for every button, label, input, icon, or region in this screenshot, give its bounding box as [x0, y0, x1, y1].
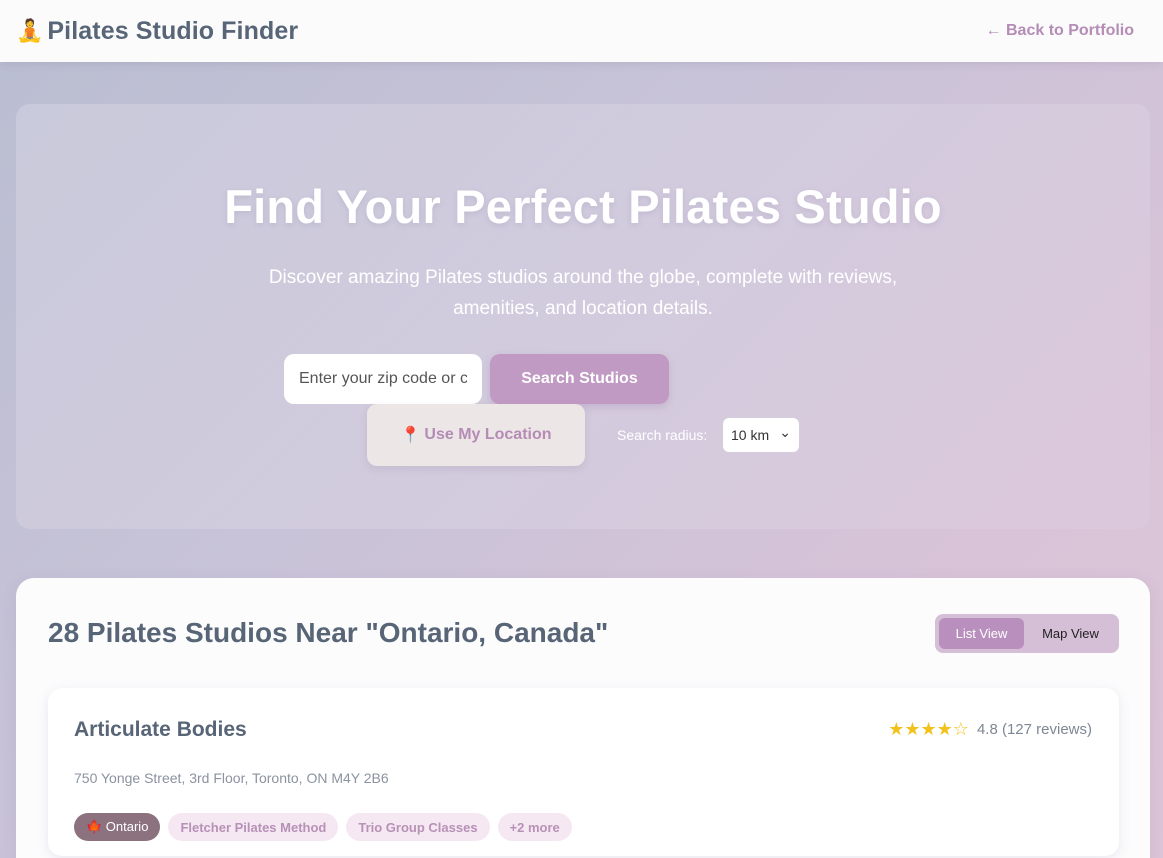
search-radius-value: 10 km: [731, 427, 770, 443]
hero-title: Find Your Perfect Pilates Studio: [224, 180, 942, 233]
view-toggle: List View Map View: [935, 614, 1119, 653]
pin-icon: 📍: [400, 427, 421, 444]
meditation-icon: 🧘: [16, 18, 44, 43]
brand: 🧘 Pilates Studio Finder: [16, 17, 298, 46]
studio-name[interactable]: Articulate Bodies: [74, 718, 247, 742]
use-my-location-button[interactable]: 📍 Use My Location: [367, 404, 585, 466]
app-title: Pilates Studio Finder: [47, 16, 299, 45]
results-title: 28 Pilates Studios Near "Ontario, Canada…: [48, 617, 609, 648]
map-view-button[interactable]: Map View: [1026, 618, 1115, 649]
feature-tag: Fletcher Pilates Method: [168, 813, 339, 841]
star-rating-icon: ★★★★☆: [888, 719, 969, 739]
studio-tags: 🍁 Ontario Fletcher Pilates Method Trio G…: [74, 813, 572, 841]
studio-card[interactable]: Articulate Bodies ★★★★☆ 4.8 (127 reviews…: [48, 688, 1119, 856]
search-studios-button[interactable]: Search Studios: [490, 354, 669, 404]
back-to-portfolio-link[interactable]: ← Back to Portfolio: [986, 22, 1134, 40]
more-tags-tag[interactable]: +2 more: [497, 813, 572, 841]
region-tag: 🍁 Ontario: [74, 813, 161, 841]
top-bar: 🧘 Pilates Studio Finder ← Back to Portfo…: [0, 0, 1163, 62]
search-radius-select[interactable]: 10 km ⌄: [723, 418, 799, 452]
studio-address: 750 Yonge Street, 3rd Floor, Toronto, ON…: [74, 770, 389, 786]
search-radius-label: Search radius:: [617, 427, 708, 443]
hero-subtitle: Discover amazing Pilates studios around …: [268, 267, 898, 319]
chevron-down-icon: ⌄: [779, 424, 791, 440]
list-view-button[interactable]: List View: [939, 618, 1024, 649]
studio-rating: ★★★★☆ 4.8 (127 reviews): [888, 719, 1092, 740]
results-panel: 28 Pilates Studios Near "Ontario, Canada…: [16, 578, 1150, 858]
search-input[interactable]: [284, 354, 482, 404]
hero-section: Find Your Perfect Pilates Studio Discove…: [16, 104, 1150, 529]
feature-tag: Trio Group Classes: [346, 813, 490, 841]
use-my-location-label: Use My Location: [424, 426, 552, 443]
rating-text: 4.8 (127 reviews): [976, 721, 1092, 738]
